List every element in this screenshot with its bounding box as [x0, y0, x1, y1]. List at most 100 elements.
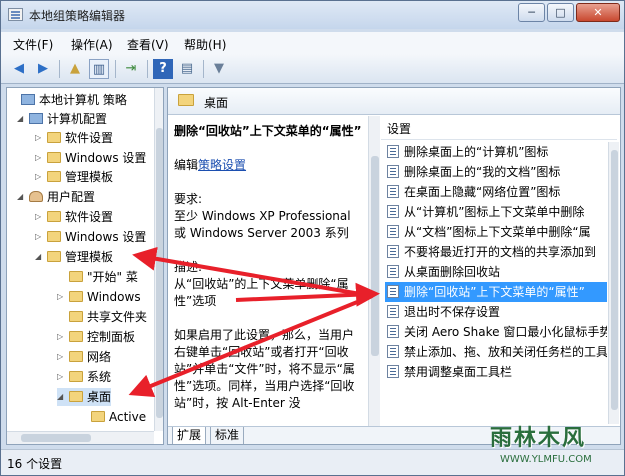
toolbar-separator	[147, 60, 148, 78]
folder-icon	[69, 371, 83, 382]
folder-icon	[69, 391, 83, 402]
tree-node-control-panel[interactable]: ▷ 控制面板	[57, 328, 135, 346]
help-icon[interactable]: ?	[153, 59, 173, 79]
list-item[interactable]: 删除桌面上的“我的文档”图标	[385, 162, 607, 182]
computer-icon	[29, 113, 43, 124]
title-bar[interactable]: 本地组策略编辑器 ─ □ ✕	[1, 1, 624, 29]
tree-node-start-menu[interactable]: "开始" 菜	[57, 268, 138, 286]
menu-help[interactable]: 帮助(H)	[184, 36, 226, 53]
maximize-button[interactable]: □	[547, 3, 574, 22]
folder-icon	[47, 211, 61, 222]
tree-node-software-settings[interactable]: ▷ 软件设置	[35, 129, 113, 147]
tree-node-shared-folders[interactable]: 共享文件夹	[57, 308, 147, 326]
list-item[interactable]: 从桌面删除回收站	[385, 262, 607, 282]
details-header: 桌面	[168, 88, 620, 115]
filter-icon[interactable]: ▼	[209, 59, 229, 79]
export-list-icon[interactable]: ⇥	[121, 59, 141, 79]
expand-arrow-icon[interactable]: ▷	[57, 368, 67, 386]
scroll-thumb[interactable]	[371, 156, 379, 356]
expand-arrow-icon[interactable]: ▷	[35, 168, 45, 186]
expand-arrow-icon[interactable]: ▷	[57, 328, 67, 346]
folder-icon	[69, 331, 83, 342]
collapse-arrow-icon[interactable]: ◢	[35, 248, 45, 266]
list-item[interactable]: 从“文档”图标上下文菜单中删除“属	[385, 222, 607, 242]
close-button[interactable]: ✕	[576, 3, 620, 22]
policy-setting-icon	[387, 145, 399, 158]
app-icon	[8, 8, 23, 21]
tree-node-computer-config[interactable]: ◢ 计算机配置	[17, 110, 107, 128]
scroll-thumb[interactable]	[21, 434, 91, 442]
watermark-url: WWW.YLMFU.COM	[500, 454, 592, 465]
tree-node-windows-settings[interactable]: ▷ Windows 设置	[35, 228, 146, 246]
tree-node-local-policy[interactable]: 本地计算机 策略	[9, 91, 127, 109]
tree-node-user-config[interactable]: ◢ 用户配置	[17, 188, 95, 206]
menu-file[interactable]: 文件(F)	[13, 36, 53, 53]
window-title: 本地组策略编辑器	[29, 9, 126, 23]
expand-arrow-icon[interactable]: ▷	[57, 348, 67, 366]
status-text: 16 个设置	[7, 457, 63, 471]
expand-arrow-icon[interactable]: ▷	[57, 288, 67, 306]
collapse-arrow-icon[interactable]: ◢	[17, 110, 27, 128]
edit-policy-line: 编辑策略设置	[174, 158, 247, 172]
tree-node-desktop[interactable]: ◢ 桌面	[57, 388, 112, 406]
toolbar: ◀ ▶ ▲ ▥ ⇥ ? ▤ ▼	[1, 54, 624, 84]
folder-icon	[178, 94, 194, 106]
expand-arrow-icon[interactable]: ▷	[35, 228, 45, 246]
requirements-text: 至少 Windows XP Professional 或 Windows Ser…	[174, 209, 351, 240]
list-item[interactable]: 不要将最近打开的文档的共享添加到	[385, 242, 607, 262]
main-window: 本地组策略编辑器 ─ □ ✕ 文件(F) 操作(A) 查看(V) 帮助(H) ◀…	[0, 0, 625, 476]
watermark-text: 雨林木风	[490, 426, 587, 451]
list-item[interactable]: 禁止添加、拖、放和关闭任务栏的工具	[385, 342, 607, 362]
tab-standard[interactable]: 标准	[210, 427, 245, 444]
tree-node-software-settings[interactable]: ▷ 软件设置	[35, 208, 113, 226]
list-item[interactable]: 退出时不保存设置	[385, 302, 607, 322]
folder-icon	[69, 351, 83, 362]
tree-node-admin-templates[interactable]: ▷ 管理模板	[35, 168, 113, 186]
policy-tree[interactable]: 本地计算机 策略 ◢ 计算机配置 ▷ 软件设置 ▷ Windows 设置 ▷ 管理模板 …	[6, 87, 164, 445]
list-item[interactable]: 关闭 Aero Shake 窗口最小化鼠标手势	[385, 322, 607, 342]
tree-node-admin-templates[interactable]: ◢ 管理模板	[35, 248, 113, 266]
properties-icon[interactable]: ▤	[177, 59, 197, 79]
collapse-arrow-icon[interactable]: ◢	[17, 188, 27, 206]
tree-node-windows-settings[interactable]: ▷ Windows 设置	[35, 149, 146, 167]
tree-node-network[interactable]: ▷ 网络	[57, 348, 111, 366]
list-item[interactable]: 禁用调整桌面工具栏	[385, 362, 607, 382]
description-scrollbar[interactable]	[368, 116, 380, 426]
expand-arrow-icon[interactable]: ▷	[35, 149, 45, 167]
description-text: 从“回收站”的上下文菜单删除“属性”选项	[174, 277, 349, 308]
folder-icon	[47, 132, 61, 143]
minimize-button[interactable]: ─	[518, 3, 545, 22]
policy-setting-icon	[387, 185, 399, 198]
tree-vertical-scrollbar[interactable]	[154, 88, 163, 431]
expand-arrow-icon[interactable]: ▷	[35, 129, 45, 147]
settings-scrollbar[interactable]	[608, 142, 619, 424]
policy-setting-icon	[387, 225, 399, 238]
list-item[interactable]: 删除桌面上的“计算机”图标	[385, 142, 607, 162]
settings-list: 设置 删除桌面上的“计算机”图标 删除桌面上的“我的文档”图标 在桌面上隐藏“网…	[381, 116, 620, 426]
description-body: 如果启用了此设置，那么，当用户右键单击“回收站”或者打开“回收站”并单击“文件”…	[174, 328, 355, 410]
back-icon[interactable]: ◀	[9, 59, 29, 79]
scroll-thumb[interactable]	[611, 150, 618, 410]
tab-extended[interactable]: 扩展	[172, 427, 207, 444]
tree-node-windows-components[interactable]: ▷ Windows	[57, 288, 141, 306]
expand-arrow-icon[interactable]: ▷	[35, 208, 45, 226]
tree-horizontal-scrollbar[interactable]	[7, 431, 154, 444]
menu-action[interactable]: 操作(A)	[71, 36, 113, 53]
show-hide-tree-icon[interactable]: ▥	[89, 59, 109, 79]
policy-setting-icon	[387, 305, 399, 318]
list-item-selected[interactable]: 删除“回收站”上下文菜单的“属性”	[385, 282, 607, 302]
scroll-thumb[interactable]	[156, 128, 163, 418]
forward-icon[interactable]: ▶	[33, 59, 53, 79]
tree-node-system[interactable]: ▷ 系统	[57, 368, 111, 386]
details-header-title: 桌面	[204, 96, 229, 110]
tree-node-active-desktop[interactable]: Active	[79, 408, 146, 426]
list-item[interactable]: 在桌面上隐藏“网络位置”图标	[385, 182, 607, 202]
settings-column-header[interactable]: 设置	[381, 116, 617, 140]
list-item[interactable]: 从“计算机”图标上下文菜单中删除	[385, 202, 607, 222]
menu-view[interactable]: 查看(V)	[127, 36, 169, 53]
description-block: 描述: 从“回收站”的上下文菜单删除“属性”选项	[174, 259, 362, 310]
edit-policy-link[interactable]: 策略设置	[198, 158, 246, 172]
up-folder-icon[interactable]: ▲	[65, 59, 85, 79]
folder-icon	[47, 231, 61, 242]
collapse-arrow-icon[interactable]: ◢	[57, 388, 67, 406]
